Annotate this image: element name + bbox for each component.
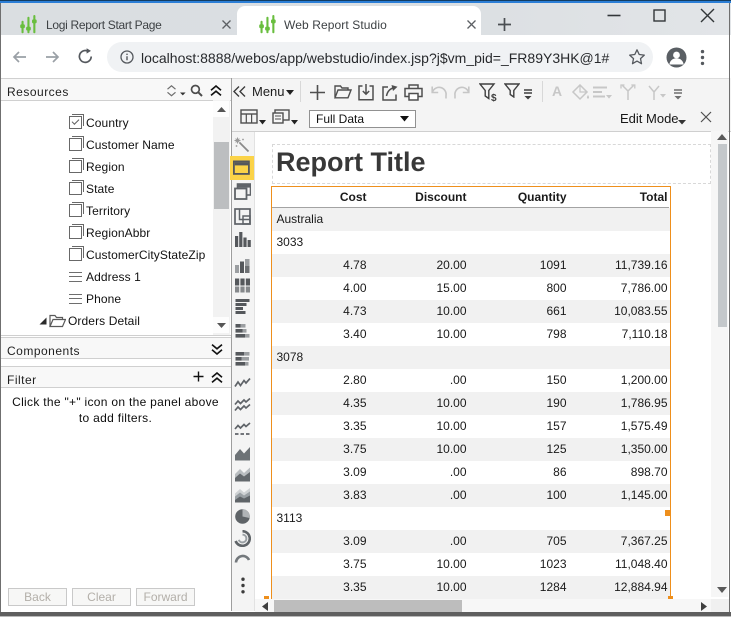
- svg-text:$: $: [491, 93, 497, 102]
